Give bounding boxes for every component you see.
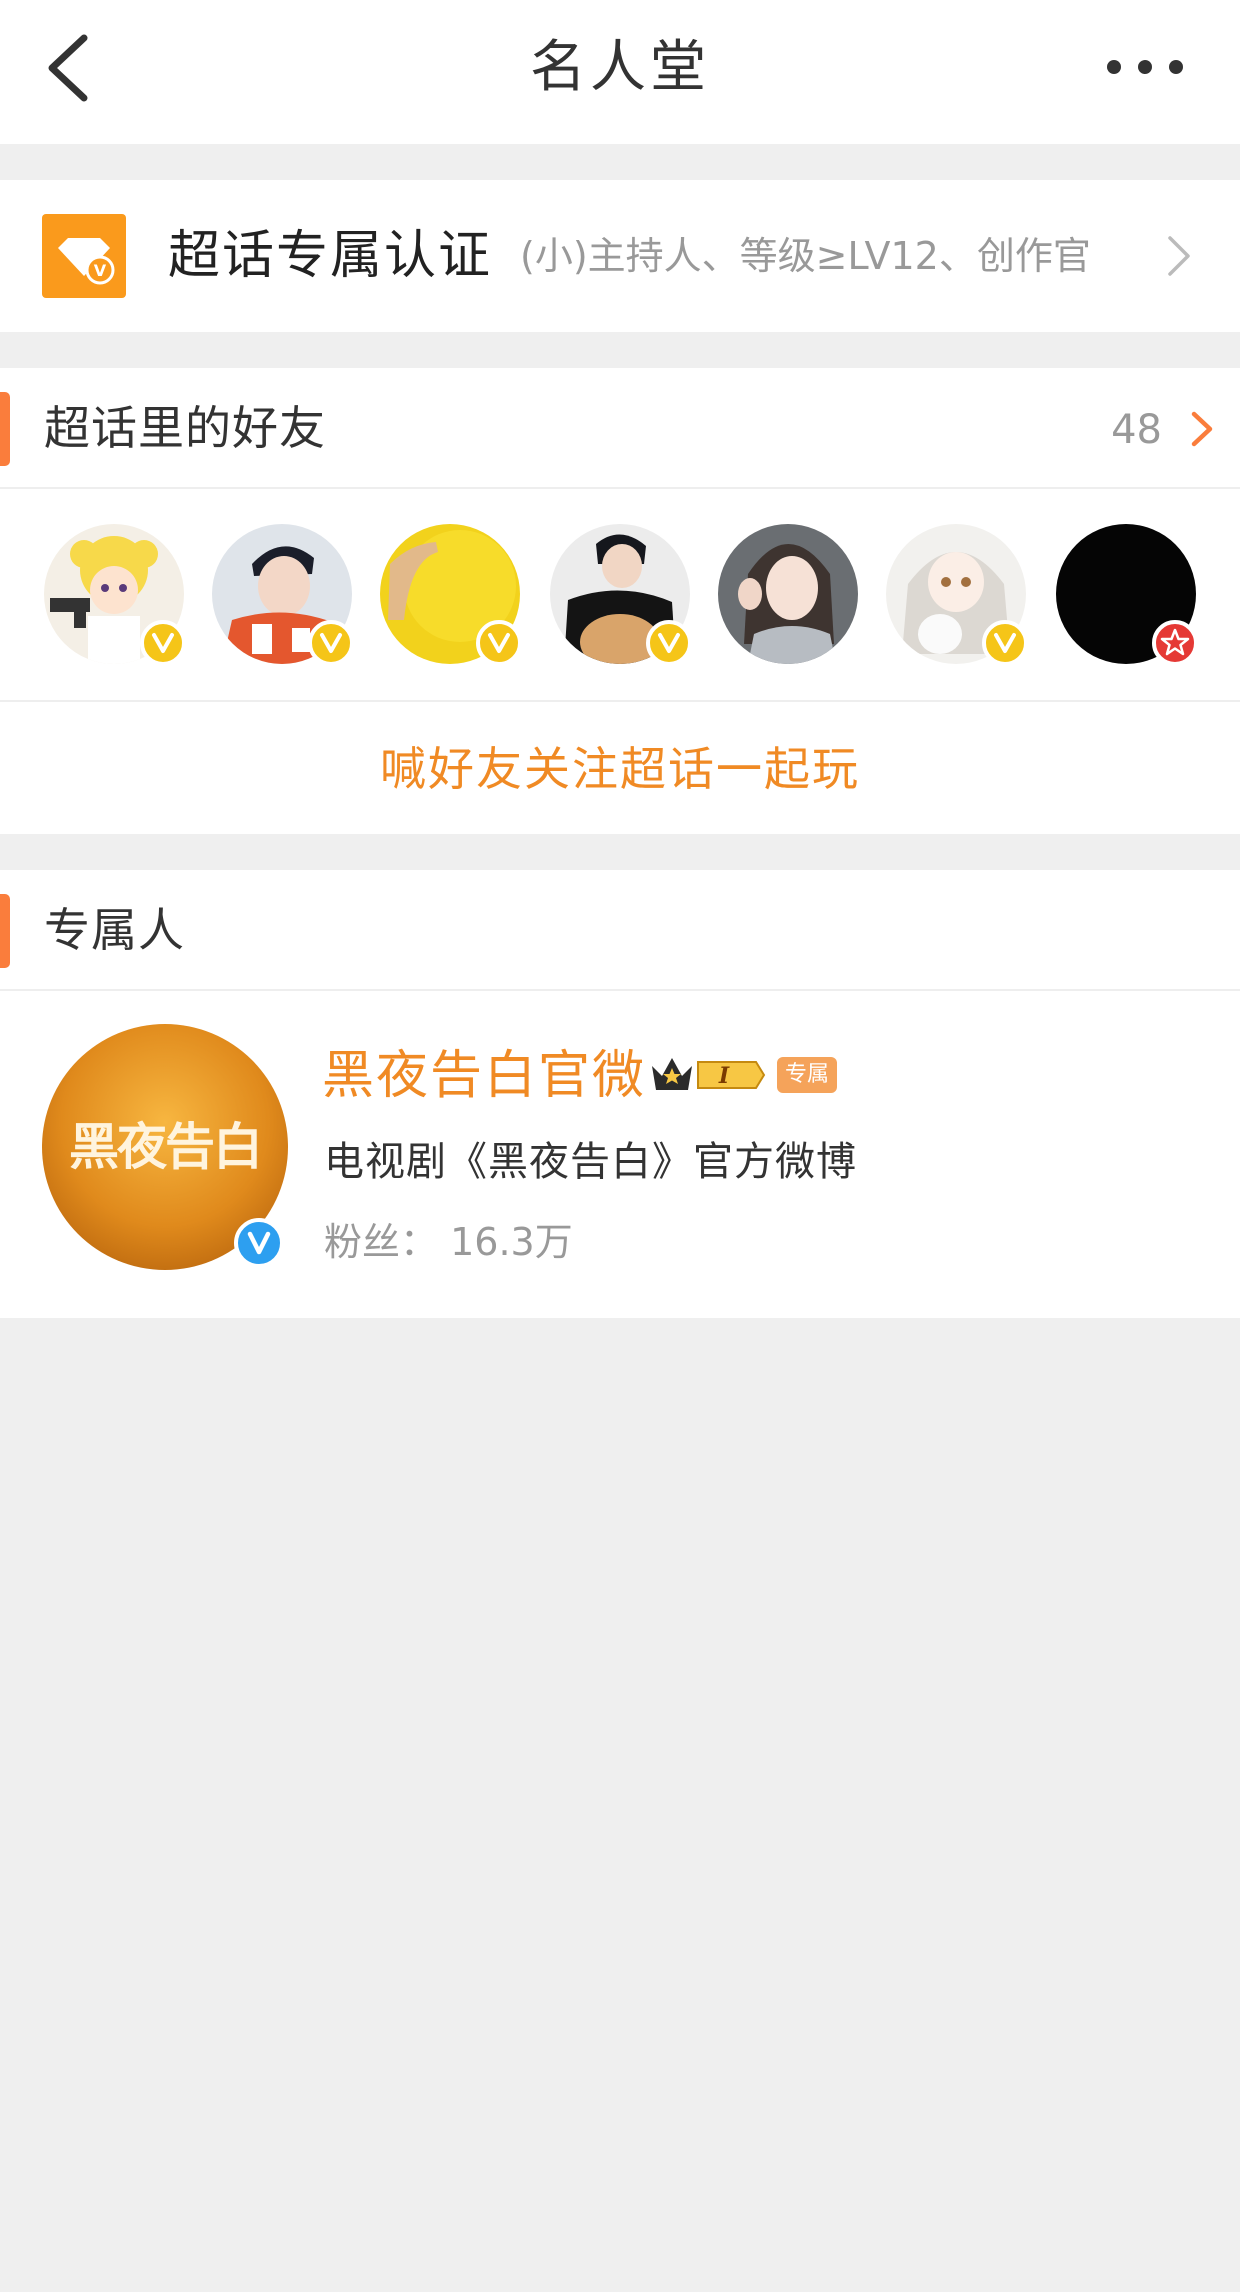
friend-avatar[interactable] [550,524,692,666]
verified-blue-badge-icon [234,1218,284,1268]
woman-selfie-avatar-icon [718,524,858,664]
divider [0,989,1240,991]
friend-avatar[interactable] [1056,524,1198,666]
verified-badge-icon [982,620,1028,666]
level-text: I [718,1063,730,1089]
crown-level-badge-icon: I [648,1052,766,1098]
divider [0,487,1240,489]
invite-friends-link[interactable]: 喊好友关注超话一起玩 [0,734,1240,804]
user-description: 电视剧《黑夜告白》官方微博 [324,1139,857,1185]
verified-blue-badge-icon [276,2242,326,2292]
certification-requirements: (小)主持人、等级≥LV12、创作官 [520,234,1091,278]
friend-avatar[interactable] [718,524,858,664]
exclusive-tag: 专属 [777,1057,837,1093]
verified-badge-icon [476,620,522,666]
svg-text:V: V [94,261,107,280]
verified-badge-icon [646,620,692,666]
more-dots-icon [1107,60,1183,74]
chevron-right-icon [1164,234,1192,278]
friend-avatar[interactable] [886,524,1028,666]
divider [0,700,1240,702]
fans-value: 16.3万 [450,1220,573,1264]
red-star-badge-icon [1152,620,1198,666]
page-title: 名人堂 [530,35,710,100]
exclusive-section-title: 专属人 [44,903,185,957]
fans-label: 粉丝： [324,1220,439,1264]
user-fans-count: 粉丝： 16.3万 [324,1212,573,1272]
friend-avatar[interactable] [380,524,522,666]
chevron-right-icon[interactable] [1190,410,1214,448]
friends-count[interactable]: 48 [1100,398,1162,462]
verified-badge-icon [308,620,354,666]
friends-section-title: 超话里的好友 [44,401,326,455]
certification-title: 超话专属认证 [168,226,493,286]
user-name[interactable]: 黑夜告白官微 [322,1040,646,1112]
more-button[interactable] [1100,50,1190,84]
friend-avatar[interactable] [212,524,354,666]
friend-avatar[interactable] [44,524,186,666]
diamond-verified-icon: V [42,214,126,298]
verified-badge-icon [140,620,186,666]
section-accent-bar [0,392,10,466]
avatar-logo-text: 黑夜告白 [69,1117,261,1176]
section-accent-bar [0,894,10,968]
navigation-bar: 名人堂 [0,0,1240,144]
